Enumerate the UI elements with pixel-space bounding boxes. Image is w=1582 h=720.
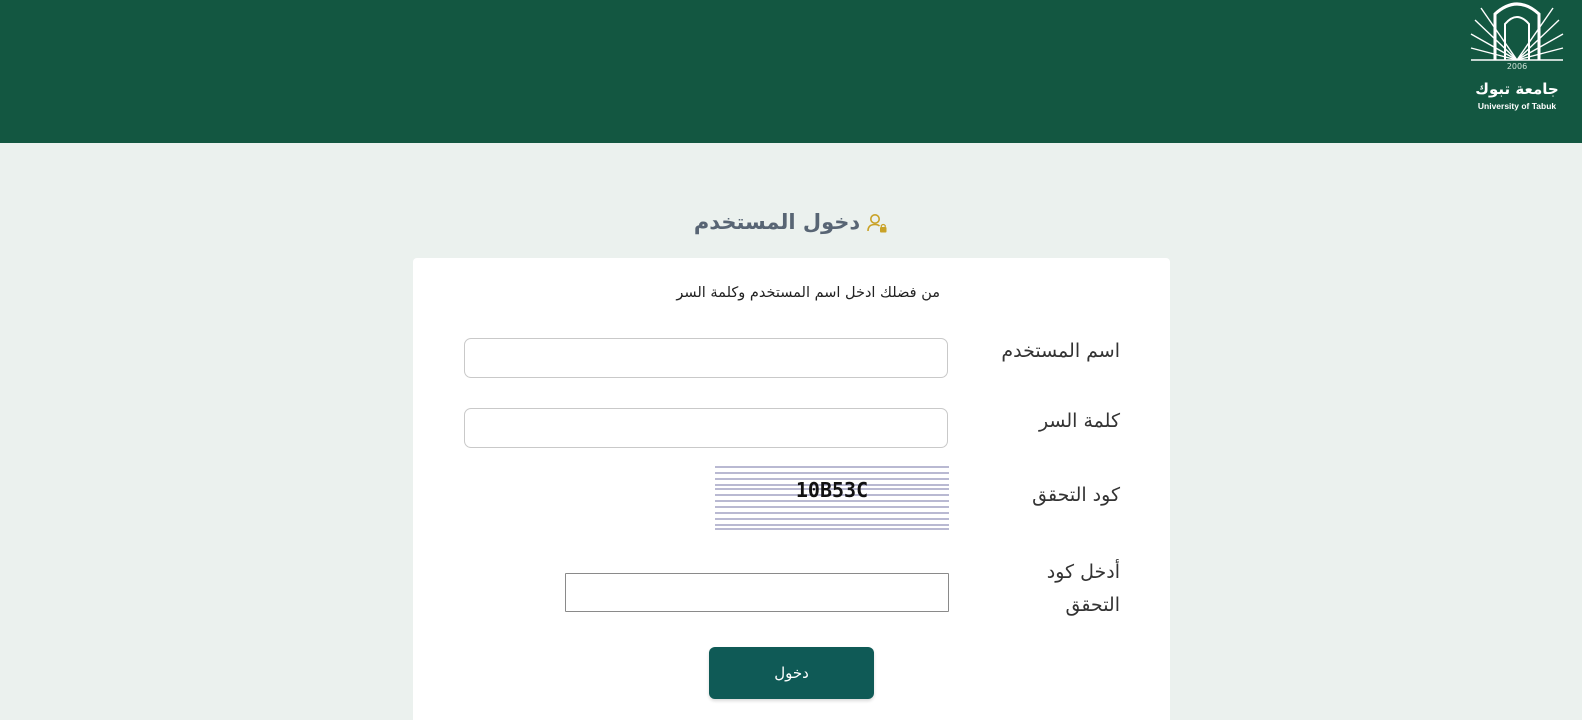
captcha-image: 10B53C (715, 465, 949, 531)
captcha-label: كود التحقق (1032, 484, 1120, 506)
logo-year: 2006 (1506, 62, 1528, 71)
university-logo[interactable]: 2006 جامعة تبوك University of Tabuk (1461, 0, 1573, 130)
captcha-code: 10B53C (796, 478, 868, 502)
user-lock-icon (867, 214, 887, 233)
university-emblem-icon (1470, 2, 1564, 61)
captcha-input[interactable] (565, 573, 949, 612)
logo-name-arabic: جامعة تبوك (1475, 80, 1559, 98)
login-instruction: من فضلك ادخل اسم المستخدم وكلمة السر (676, 285, 940, 301)
login-button[interactable]: دخول (709, 647, 874, 699)
page-title-text: دخول المستخدم (693, 210, 861, 234)
password-input[interactable] (464, 408, 948, 448)
logo-name-english: University of Tabuk (1477, 101, 1557, 111)
page-title: دخول المستخدم (0, 210, 1582, 234)
password-label: كلمة السر (1038, 410, 1120, 432)
captcha-input-label: أدخل كود التحقق (1046, 561, 1120, 616)
username-input[interactable] (464, 338, 948, 378)
site-header: 2006 جامعة تبوك University of Tabuk (0, 0, 1582, 143)
username-label: اسم المستخدم (1001, 340, 1120, 362)
